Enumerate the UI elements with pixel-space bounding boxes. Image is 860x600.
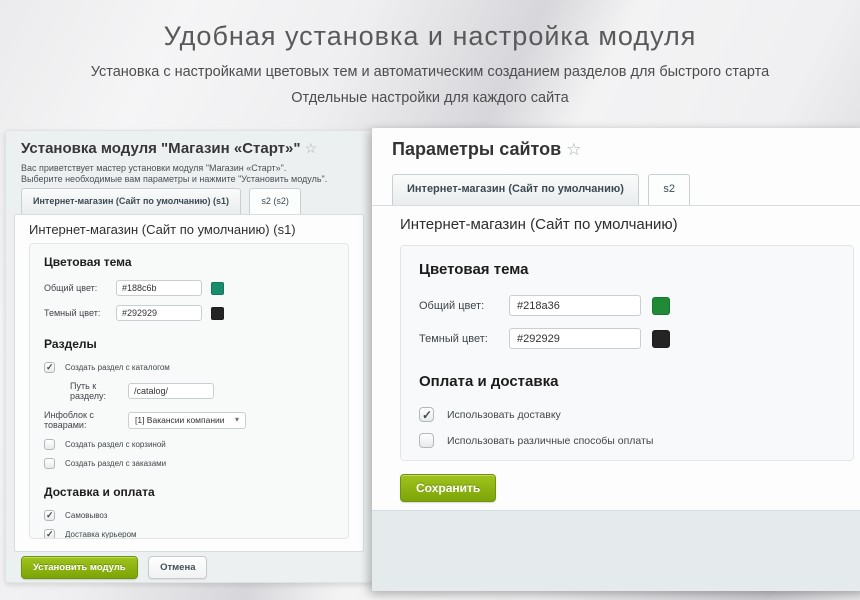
installer-courier-checkbox-row: Доставка курьером <box>44 529 334 539</box>
site-params-main-color-swatch <box>652 297 670 315</box>
site-params-tab-default-site[interactable]: Интернет-магазин (Сайт по умолчанию) <box>392 174 639 205</box>
favorite-star-icon[interactable]: ☆ <box>566 140 581 159</box>
installer-main-color-input[interactable] <box>116 280 202 296</box>
install-module-button[interactable]: Установить модуль <box>21 556 138 579</box>
installer-cart-checkbox-row: Создать раздел с корзиной <box>44 439 334 450</box>
installer-description: Вас приветствует мастер установки модуля… <box>21 163 327 185</box>
site-params-payment-methods-checkbox-label: Использовать различные способы оплаты <box>447 435 653 447</box>
installer-pickup-checkbox-row: Самовывоз <box>44 510 334 521</box>
site-params-dark-color-swatch <box>652 330 670 348</box>
site-params-payment-methods-checkbox-row: Использовать различные способы оплаты <box>419 433 835 448</box>
site-params-payment-methods-checkbox[interactable] <box>419 433 434 448</box>
installer-dark-color-label: Темный цвет: <box>44 308 116 318</box>
installer-iblock-label: Инфоблок с товарами: <box>44 410 128 430</box>
installer-dark-color-input[interactable] <box>116 305 202 321</box>
cancel-button[interactable]: Отмена <box>148 556 207 579</box>
installer-catalog-checkbox-row: Создать раздел с каталогом <box>44 362 334 373</box>
installer-orders-checkbox-row: Создать раздел с заказами <box>44 458 334 469</box>
installer-color-theme-heading: Цветовая тема <box>44 255 334 269</box>
installer-catalog-checkbox[interactable] <box>44 362 55 373</box>
site-params-main-color-row: Общий цвет: <box>419 295 835 316</box>
site-params-dark-color-input[interactable] <box>509 328 641 349</box>
installer-button-row: Установить модуль Отмена <box>21 556 207 579</box>
installer-courier-checkbox-label: Доставка курьером <box>65 530 137 539</box>
installer-description-line2: Выберите необходимые вам параметры и наж… <box>21 174 327 185</box>
installer-delivery-heading: Доставка и оплата <box>44 485 334 499</box>
installer-path-input[interactable] <box>128 383 214 399</box>
installer-tab-content: Интернет-магазин (Сайт по умолчанию) (s1… <box>14 214 364 552</box>
installer-title: Установка модуля "Магазин «Старт»" ☆ <box>21 140 317 157</box>
site-params-delivery-checkbox-row: Использовать доставку <box>419 407 835 422</box>
site-params-form: Цветовая тема Общий цвет: Темный цвет: О… <box>400 245 854 461</box>
site-params-title: Параметры сайтов ☆ <box>392 139 581 160</box>
installer-description-line1: Вас приветствует мастер установки модуля… <box>21 163 327 174</box>
page-title: Удобная установка и настройка модуля <box>0 21 860 52</box>
installer-catalog-checkbox-label: Создать раздел с каталогом <box>65 363 170 372</box>
page-subtitle-2: Отдельные настройки для каждого сайта <box>0 90 860 106</box>
installer-tab-bar: Интернет-магазин (Сайт по умолчанию) (s1… <box>21 188 305 215</box>
installer-title-text: Установка модуля "Магазин «Старт»" <box>21 140 300 157</box>
installer-courier-checkbox[interactable] <box>44 529 55 539</box>
page-subtitle-1: Установка с настройками цветовых тем и а… <box>0 64 860 80</box>
installer-sections-heading: Разделы <box>44 337 334 351</box>
installer-iblock-select[interactable]: [1] Вакансии компании ▾ <box>128 412 246 429</box>
site-params-tab-bar: Интернет-магазин (Сайт по умолчанию) s2 <box>392 174 695 206</box>
site-params-delivery-checkbox[interactable] <box>419 407 434 422</box>
installer-iblock-select-value: [1] Вакансии компании <box>135 415 225 425</box>
installer-tab-default-site[interactable]: Интернет-магазин (Сайт по умолчанию) (s1… <box>21 188 241 214</box>
installer-pickup-checkbox-label: Самовывоз <box>65 511 107 520</box>
installer-cart-checkbox[interactable] <box>44 439 55 450</box>
favorite-star-icon[interactable]: ☆ <box>305 140 318 156</box>
installer-path-label: Путь к разделу: <box>70 381 128 401</box>
installer-dark-color-swatch <box>211 307 224 320</box>
site-params-delivery-checkbox-label: Использовать доставку <box>447 409 561 421</box>
site-params-title-text: Параметры сайтов <box>392 139 561 159</box>
site-params-tab-s2[interactable]: s2 <box>648 174 690 205</box>
site-params-payment-heading: Оплата и доставка <box>419 373 835 390</box>
site-params-main-color-input[interactable] <box>509 295 641 316</box>
save-button[interactable]: Сохранить <box>400 474 496 502</box>
installer-main-color-label: Общий цвет: <box>44 283 116 293</box>
installer-orders-checkbox-label: Создать раздел с заказами <box>65 459 166 468</box>
installer-pickup-checkbox[interactable] <box>44 510 55 521</box>
installer-cart-checkbox-label: Создать раздел с корзиной <box>65 440 166 449</box>
site-params-dark-color-label: Темный цвет: <box>419 333 509 345</box>
installer-panel: Установка модуля "Магазин «Старт»" ☆ Вас… <box>5 130 373 583</box>
site-params-panel: Параметры сайтов ☆ Интернет-магазин (Сай… <box>372 128 860 591</box>
page: Удобная установка и настройка модуля Уст… <box>0 0 860 600</box>
site-params-dark-color-row: Темный цвет: <box>419 328 835 349</box>
installer-dark-color-row: Темный цвет: <box>44 305 334 321</box>
installer-orders-checkbox[interactable] <box>44 458 55 469</box>
installer-main-color-swatch <box>211 282 224 295</box>
site-params-color-theme-heading: Цветовая тема <box>419 261 835 278</box>
site-params-footer-area <box>372 510 860 591</box>
installer-form: Цветовая тема Общий цвет: Темный цвет: Р… <box>29 243 349 539</box>
site-params-form-title: Интернет-магазин (Сайт по умолчанию) <box>400 216 678 233</box>
installer-path-row: Путь к разделу: <box>70 381 334 401</box>
installer-form-title: Интернет-магазин (Сайт по умолчанию) (s1… <box>29 222 296 237</box>
installer-iblock-row: Инфоблок с товарами: [1] Вакансии компан… <box>44 410 334 430</box>
site-params-main-color-label: Общий цвет: <box>419 300 509 312</box>
installer-main-color-row: Общий цвет: <box>44 280 334 296</box>
chevron-down-icon: ▾ <box>235 416 239 424</box>
installer-tab-s2[interactable]: s2 (s2) <box>249 188 301 214</box>
